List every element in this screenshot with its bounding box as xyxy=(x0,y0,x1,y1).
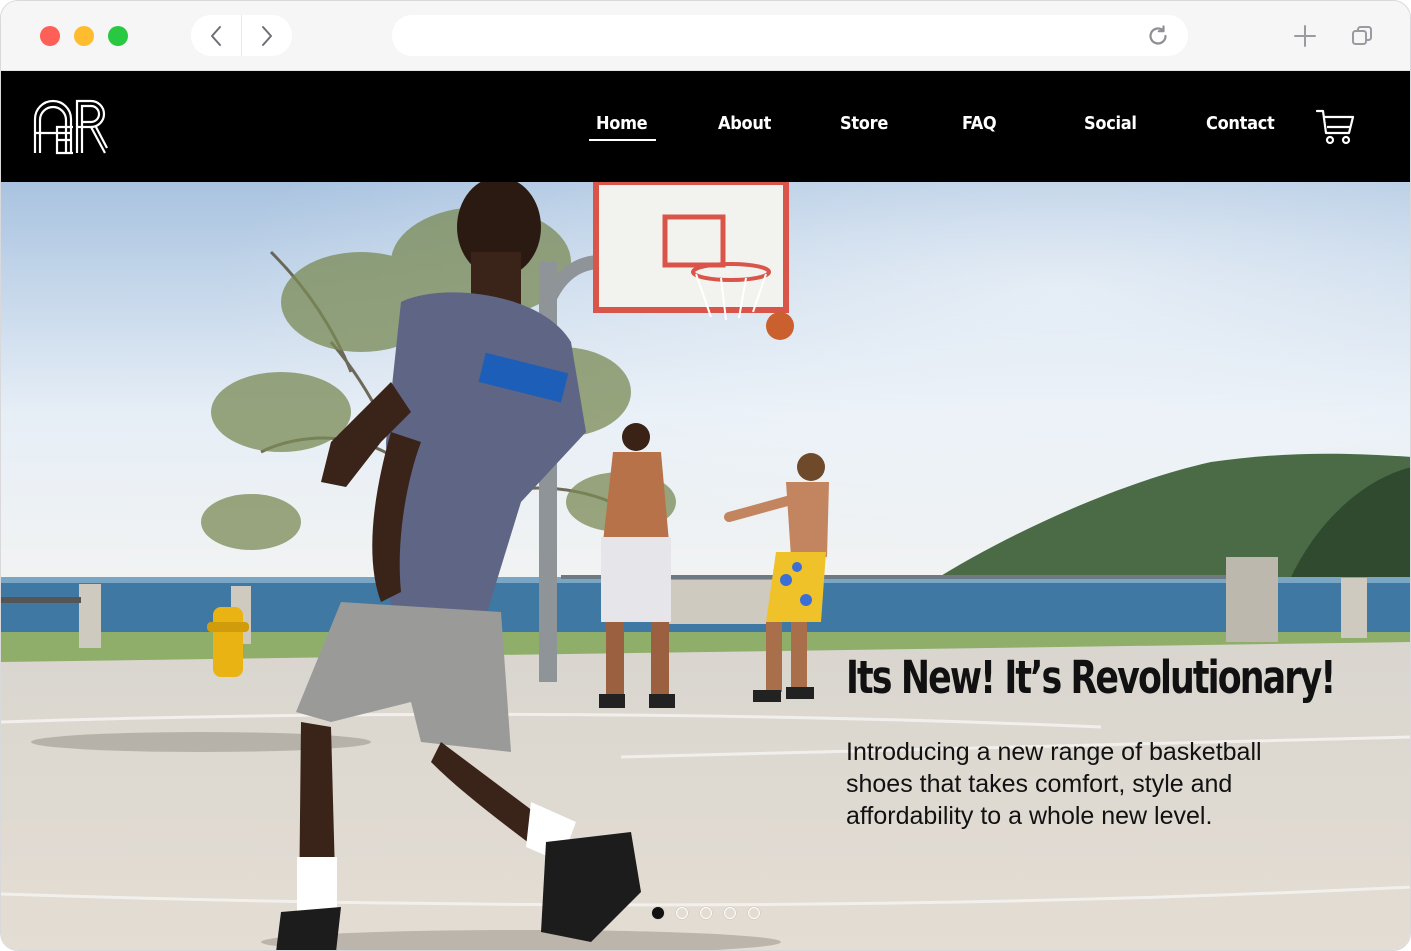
nav-home[interactable]: Home xyxy=(588,112,657,141)
nav-faq[interactable]: FAQ xyxy=(962,112,997,136)
forward-button[interactable] xyxy=(242,15,292,56)
carousel-indicators xyxy=(652,907,760,921)
plus-icon xyxy=(1294,25,1316,47)
carousel-dot-5[interactable] xyxy=(748,907,760,919)
nav-social[interactable]: Social xyxy=(1084,112,1137,136)
browser-window: Home About Store FAQ Social Contact Its … xyxy=(0,0,1411,951)
basketball-court-beach-photo xyxy=(1,182,1410,950)
address-bar[interactable] xyxy=(392,15,1188,56)
minimize-window-button[interactable] xyxy=(74,26,94,46)
tab-overview-button[interactable] xyxy=(1347,21,1377,51)
maximize-window-button[interactable] xyxy=(108,26,128,46)
nav-about[interactable]: About xyxy=(718,112,771,136)
carousel-dot-2[interactable] xyxy=(676,907,688,919)
site-header: Home About Store FAQ Social Contact xyxy=(1,71,1410,182)
hero-subtext: Introducing a new range of basketball sh… xyxy=(846,738,1262,830)
cart-icon[interactable] xyxy=(1315,107,1355,147)
nav-contact[interactable]: Contact xyxy=(1206,112,1275,136)
browser-toolbar xyxy=(1,1,1410,71)
back-button[interactable] xyxy=(191,15,241,56)
carousel-dot-4[interactable] xyxy=(724,907,736,919)
tab-overview-icon xyxy=(1352,26,1372,45)
carousel-dot-1[interactable] xyxy=(652,907,664,919)
chevron-left-icon xyxy=(211,25,221,46)
carousel-dot-3[interactable] xyxy=(700,907,712,919)
nav-store[interactable]: Store xyxy=(840,112,888,136)
aer-logo[interactable] xyxy=(33,99,109,155)
reload-icon xyxy=(1149,25,1167,45)
new-tab-button[interactable] xyxy=(1290,21,1320,51)
close-window-button[interactable] xyxy=(40,26,60,46)
history-navigation xyxy=(191,15,292,56)
hero-headline: Its New! It’s Revolutionary! xyxy=(846,651,1336,704)
reload-button[interactable] xyxy=(1144,22,1172,50)
hero-banner: Its New! It’s Revolutionary! Introducing… xyxy=(1,182,1410,950)
chevron-right-icon xyxy=(262,25,272,46)
